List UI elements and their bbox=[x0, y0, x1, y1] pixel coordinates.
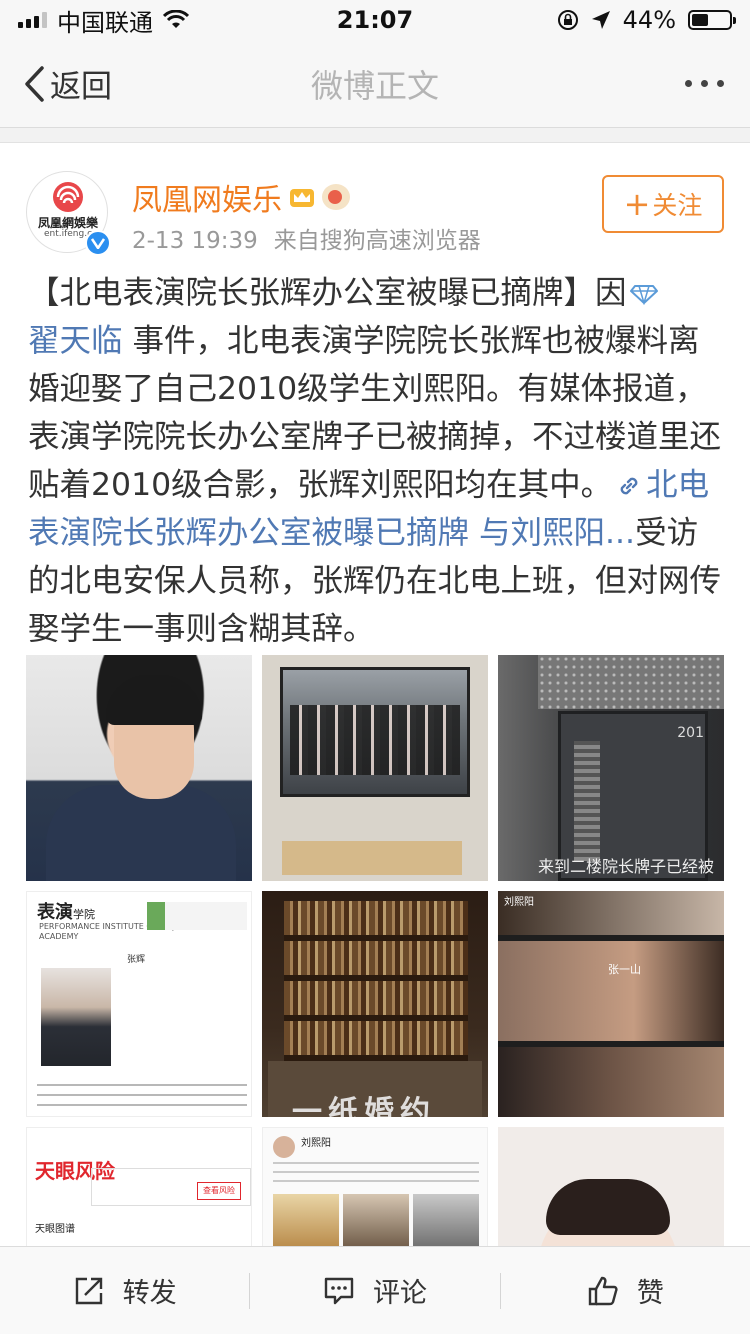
battery-icon bbox=[688, 10, 736, 30]
battery-percent: 44% bbox=[622, 6, 676, 34]
image-heading: 天眼图谱 bbox=[35, 1224, 75, 1235]
comment-label: 评论 bbox=[372, 1278, 427, 1309]
rotation-lock-icon bbox=[557, 10, 578, 30]
clock: 21:07 bbox=[336, 6, 414, 34]
image-grid: 201 来到二楼院长牌子已经被 表演学院 PERFORMANCE INSTITU… bbox=[26, 655, 724, 1246]
location-icon bbox=[591, 11, 610, 29]
repost-label: 转发 bbox=[122, 1278, 177, 1309]
author-name-row: 凤凰网娱乐 bbox=[132, 175, 350, 219]
image-label: 刘熙阳 bbox=[504, 897, 534, 908]
image-brand-text: 表演学院 bbox=[37, 902, 95, 923]
plus-icon: + bbox=[623, 185, 651, 223]
diamond-icon bbox=[629, 285, 658, 305]
more-button[interactable] bbox=[550, 80, 750, 87]
bottom-toolbar: 转发 评论 赞 bbox=[0, 1246, 750, 1334]
wifi-icon bbox=[163, 10, 189, 28]
post-time: 2-13 19:39 bbox=[132, 228, 258, 254]
post-text: 【北电表演院长张辉办公室被曝已摘牌】因 翟天临 事件，北电表演学院院长张辉也被爆… bbox=[28, 269, 728, 653]
follow-button[interactable]: + 关注 bbox=[602, 175, 724, 233]
thumbs-up-icon bbox=[588, 1276, 618, 1305]
door-number: 201 bbox=[677, 725, 704, 741]
status-bar: 中国联通 21:07 44% bbox=[0, 0, 750, 40]
comment-icon bbox=[324, 1277, 354, 1304]
repost-icon bbox=[75, 1277, 102, 1304]
image-person-name: 张辉 bbox=[127, 955, 146, 965]
comment-button[interactable]: 评论 bbox=[250, 1271, 499, 1310]
image-thumbnail[interactable]: 表演学院 PERFORMANCE INSTITUTE OF BEIJING FI… bbox=[26, 891, 252, 1117]
back-label: 返回 bbox=[50, 69, 112, 105]
avatar[interactable]: 凤凰網娛樂 ent.ifeng.c bbox=[26, 171, 111, 256]
member-badge-icon bbox=[322, 184, 350, 210]
signal-icon bbox=[18, 12, 47, 28]
navigation-bar: 返回 微博正文 bbox=[0, 40, 750, 128]
image-thumbnail[interactable]: 一纸婚约 bbox=[262, 891, 488, 1117]
follow-label: 关注 bbox=[652, 191, 703, 220]
image-thumbnail[interactable]: 天眼风险 查看风险 天眼图谱 bbox=[26, 1127, 252, 1246]
post-text-part1: 【北电表演院长张辉办公室被曝已摘牌】因 bbox=[28, 275, 627, 311]
image-button-text: 查看风险 bbox=[197, 1182, 241, 1200]
image-thumbnail[interactable] bbox=[262, 655, 488, 881]
mention-link[interactable]: 翟天临 bbox=[28, 323, 123, 359]
link-icon bbox=[620, 477, 638, 495]
like-label: 赞 bbox=[636, 1278, 664, 1309]
image-thumbnail[interactable]: 刘熙阳 bbox=[262, 1127, 488, 1246]
post-meta: 2-13 19:39 来自搜狗高速浏览器 bbox=[132, 221, 481, 255]
back-button[interactable]: 返回 bbox=[0, 40, 200, 127]
post-header: 凤凰網娛樂 ent.ifeng.c 凤凰网娱乐 2-13 19:39 来自搜狗高速… bbox=[0, 143, 750, 263]
image-label: 张一山 bbox=[608, 963, 641, 976]
more-dots-icon bbox=[685, 80, 692, 87]
image-caption: 来到二楼院长牌子已经被 bbox=[538, 857, 715, 876]
post-source: 来自搜狗高速浏览器 bbox=[273, 228, 481, 254]
crown-badge-icon bbox=[290, 189, 314, 207]
verified-badge-icon bbox=[85, 230, 111, 256]
like-button[interactable]: 赞 bbox=[501, 1271, 750, 1310]
image-thumbnail[interactable] bbox=[26, 655, 252, 881]
repost-button[interactable]: 转发 bbox=[0, 1271, 249, 1310]
image-username: 刘熙阳 bbox=[301, 1138, 331, 1149]
image-movie-title: 一纸婚约 bbox=[292, 1095, 436, 1117]
image-thumbnail[interactable]: 刘熙阳 张一山 bbox=[498, 891, 724, 1117]
carrier-label: 中国联通 bbox=[57, 8, 153, 37]
author-name[interactable]: 凤凰网娱乐 bbox=[132, 175, 282, 219]
phoenix-logo-icon bbox=[53, 182, 83, 212]
page-title: 微博正文 bbox=[310, 66, 439, 105]
image-thumbnail[interactable]: 201 来到二楼院长牌子已经被 bbox=[498, 655, 724, 881]
post-card: 凤凰網娛樂 ent.ifeng.c 凤凰网娱乐 2-13 19:39 来自搜狗高速… bbox=[0, 142, 750, 1246]
chevron-left-icon bbox=[25, 65, 44, 102]
image-thumbnail[interactable] bbox=[498, 1127, 724, 1246]
